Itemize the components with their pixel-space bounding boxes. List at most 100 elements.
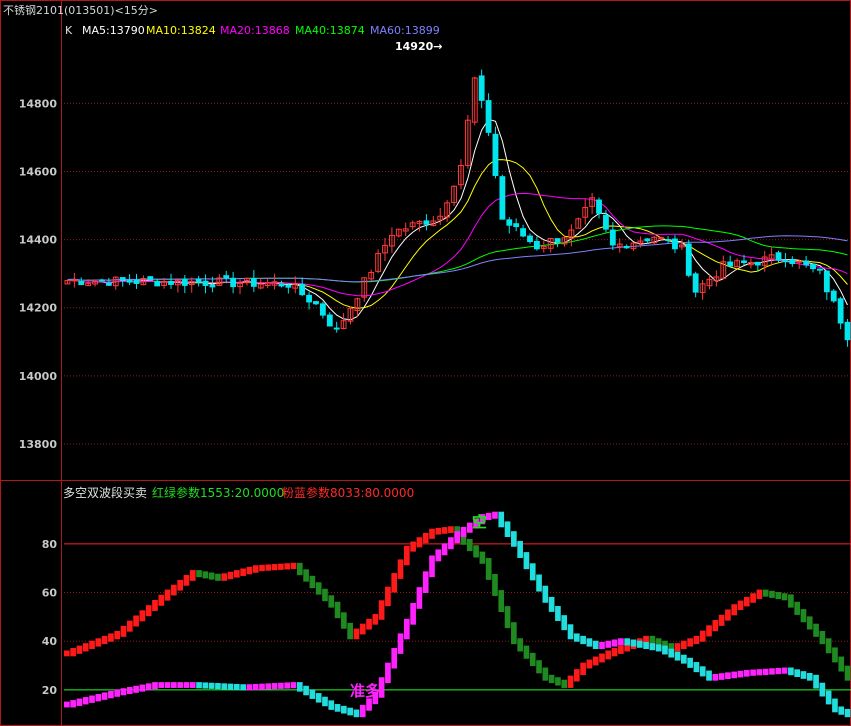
red-green-bar <box>813 623 819 637</box>
red-green-bar <box>693 635 700 645</box>
red-green-bar <box>706 625 712 637</box>
red-green-bar <box>466 538 473 552</box>
indicator-tick-label: 20 <box>42 684 58 697</box>
pink-blue-bar <box>391 648 398 669</box>
pink-blue-bar <box>649 643 656 651</box>
pink-blue-bar <box>416 587 423 609</box>
instrument-title: 不锈钢2101(013501)<15分> <box>3 4 158 17</box>
red-green-bar <box>479 551 486 564</box>
candle-down <box>133 279 140 284</box>
candle-down <box>223 275 230 279</box>
legend-ma40: MA40:13874 <box>295 24 365 37</box>
red-green-bar <box>171 584 177 596</box>
red-green-bar <box>731 604 738 616</box>
indicator-grid <box>64 543 851 691</box>
pink-blue-bar <box>605 640 612 648</box>
pink-blue-bar <box>70 700 76 708</box>
peak-price-label: 14920→ <box>395 40 443 53</box>
red-green-bar <box>309 575 316 589</box>
candle-down <box>830 290 837 302</box>
pink-blue-bar <box>718 673 725 680</box>
red-green-bar <box>334 601 341 619</box>
red-green-bar <box>448 526 454 533</box>
legend-ma20-name: MA20 <box>220 24 251 37</box>
pink-blue-bar <box>529 563 536 581</box>
red-green-bar <box>743 596 750 607</box>
candle-up <box>71 279 78 282</box>
candle-down <box>154 280 161 287</box>
red-green-bar <box>101 635 108 645</box>
candle-down <box>775 252 782 261</box>
price-tick-label: 14400 <box>19 234 58 247</box>
pink-blue-bar <box>189 682 196 688</box>
pink-blue-bar <box>460 526 467 538</box>
red-green-bar <box>681 640 687 650</box>
legend-ma60: MA60:13899 <box>370 24 440 37</box>
pink-blue-bar <box>674 651 681 661</box>
pink-blue-bar <box>655 644 662 652</box>
pink-blue-bar <box>309 689 316 699</box>
pink-blue-bar <box>580 635 586 645</box>
red-green-bar <box>750 593 756 603</box>
candle-down <box>147 276 154 281</box>
candle-down <box>99 279 105 282</box>
pink-blue-bar <box>838 706 845 715</box>
candle-down <box>423 220 430 225</box>
pink-blue-bar <box>208 682 215 689</box>
red-green-bar <box>145 605 152 617</box>
candle-down <box>623 245 630 249</box>
pink-blue-bar <box>750 669 756 676</box>
red-green-bar <box>819 630 826 645</box>
pink-blue-bar <box>699 666 706 677</box>
legend-ma40-value: 13874 <box>330 24 365 37</box>
candle-down <box>299 283 306 296</box>
pink-blue-bar <box>246 684 253 691</box>
red-green-bar <box>328 595 335 608</box>
candle-down <box>119 277 126 281</box>
pink-blue-bar <box>611 639 618 647</box>
red-green-bar <box>542 667 549 681</box>
pink-blue-bar <box>101 692 108 700</box>
red-green-bar <box>353 628 360 640</box>
pink-blue-bar <box>788 667 794 676</box>
red-green-bar <box>687 638 693 647</box>
pink-blue-bar <box>265 683 272 690</box>
candle-down <box>513 223 520 228</box>
pink-blue-bar <box>271 683 278 690</box>
candle-down <box>168 280 174 285</box>
candle-down <box>209 284 216 288</box>
pink-blue-bar <box>731 671 738 679</box>
pink-blue-bar <box>385 662 391 684</box>
red-green-bar <box>385 586 391 607</box>
red-green-bar <box>756 589 763 600</box>
red-green-bar <box>89 640 95 650</box>
candle-down <box>326 314 333 327</box>
pink-blue-bar <box>126 686 133 695</box>
candle-down <box>789 259 796 265</box>
red-green-bar <box>196 570 202 578</box>
red-green-bar <box>221 573 228 581</box>
candlesticks <box>64 69 851 347</box>
red-green-bar <box>296 562 303 576</box>
candle-down <box>817 268 823 271</box>
pink-blue-bar <box>523 552 530 570</box>
red-green-bar <box>403 545 410 566</box>
pink-blue-bar <box>662 645 668 655</box>
indicator-title: 多空双波段买卖 <box>63 485 147 500</box>
red-green-bar <box>536 660 542 674</box>
legend-ma20: MA20:13868 <box>220 24 290 37</box>
pink-blue-bar <box>775 667 782 675</box>
red-green-bar <box>649 635 656 645</box>
pink-blue-bar <box>536 574 542 592</box>
signal-long-label: 准多 <box>350 682 380 700</box>
pink-blue-bar <box>762 668 769 675</box>
candle-down <box>278 283 285 287</box>
red-green-bar <box>158 594 165 606</box>
candle-down <box>810 263 816 270</box>
pink-blue-bar <box>819 682 826 697</box>
pink-blue-bar <box>215 683 221 690</box>
red-green-bar <box>208 572 215 580</box>
candle-down <box>754 261 761 266</box>
red-green-bar <box>215 573 221 581</box>
red-green-bar <box>511 622 517 645</box>
